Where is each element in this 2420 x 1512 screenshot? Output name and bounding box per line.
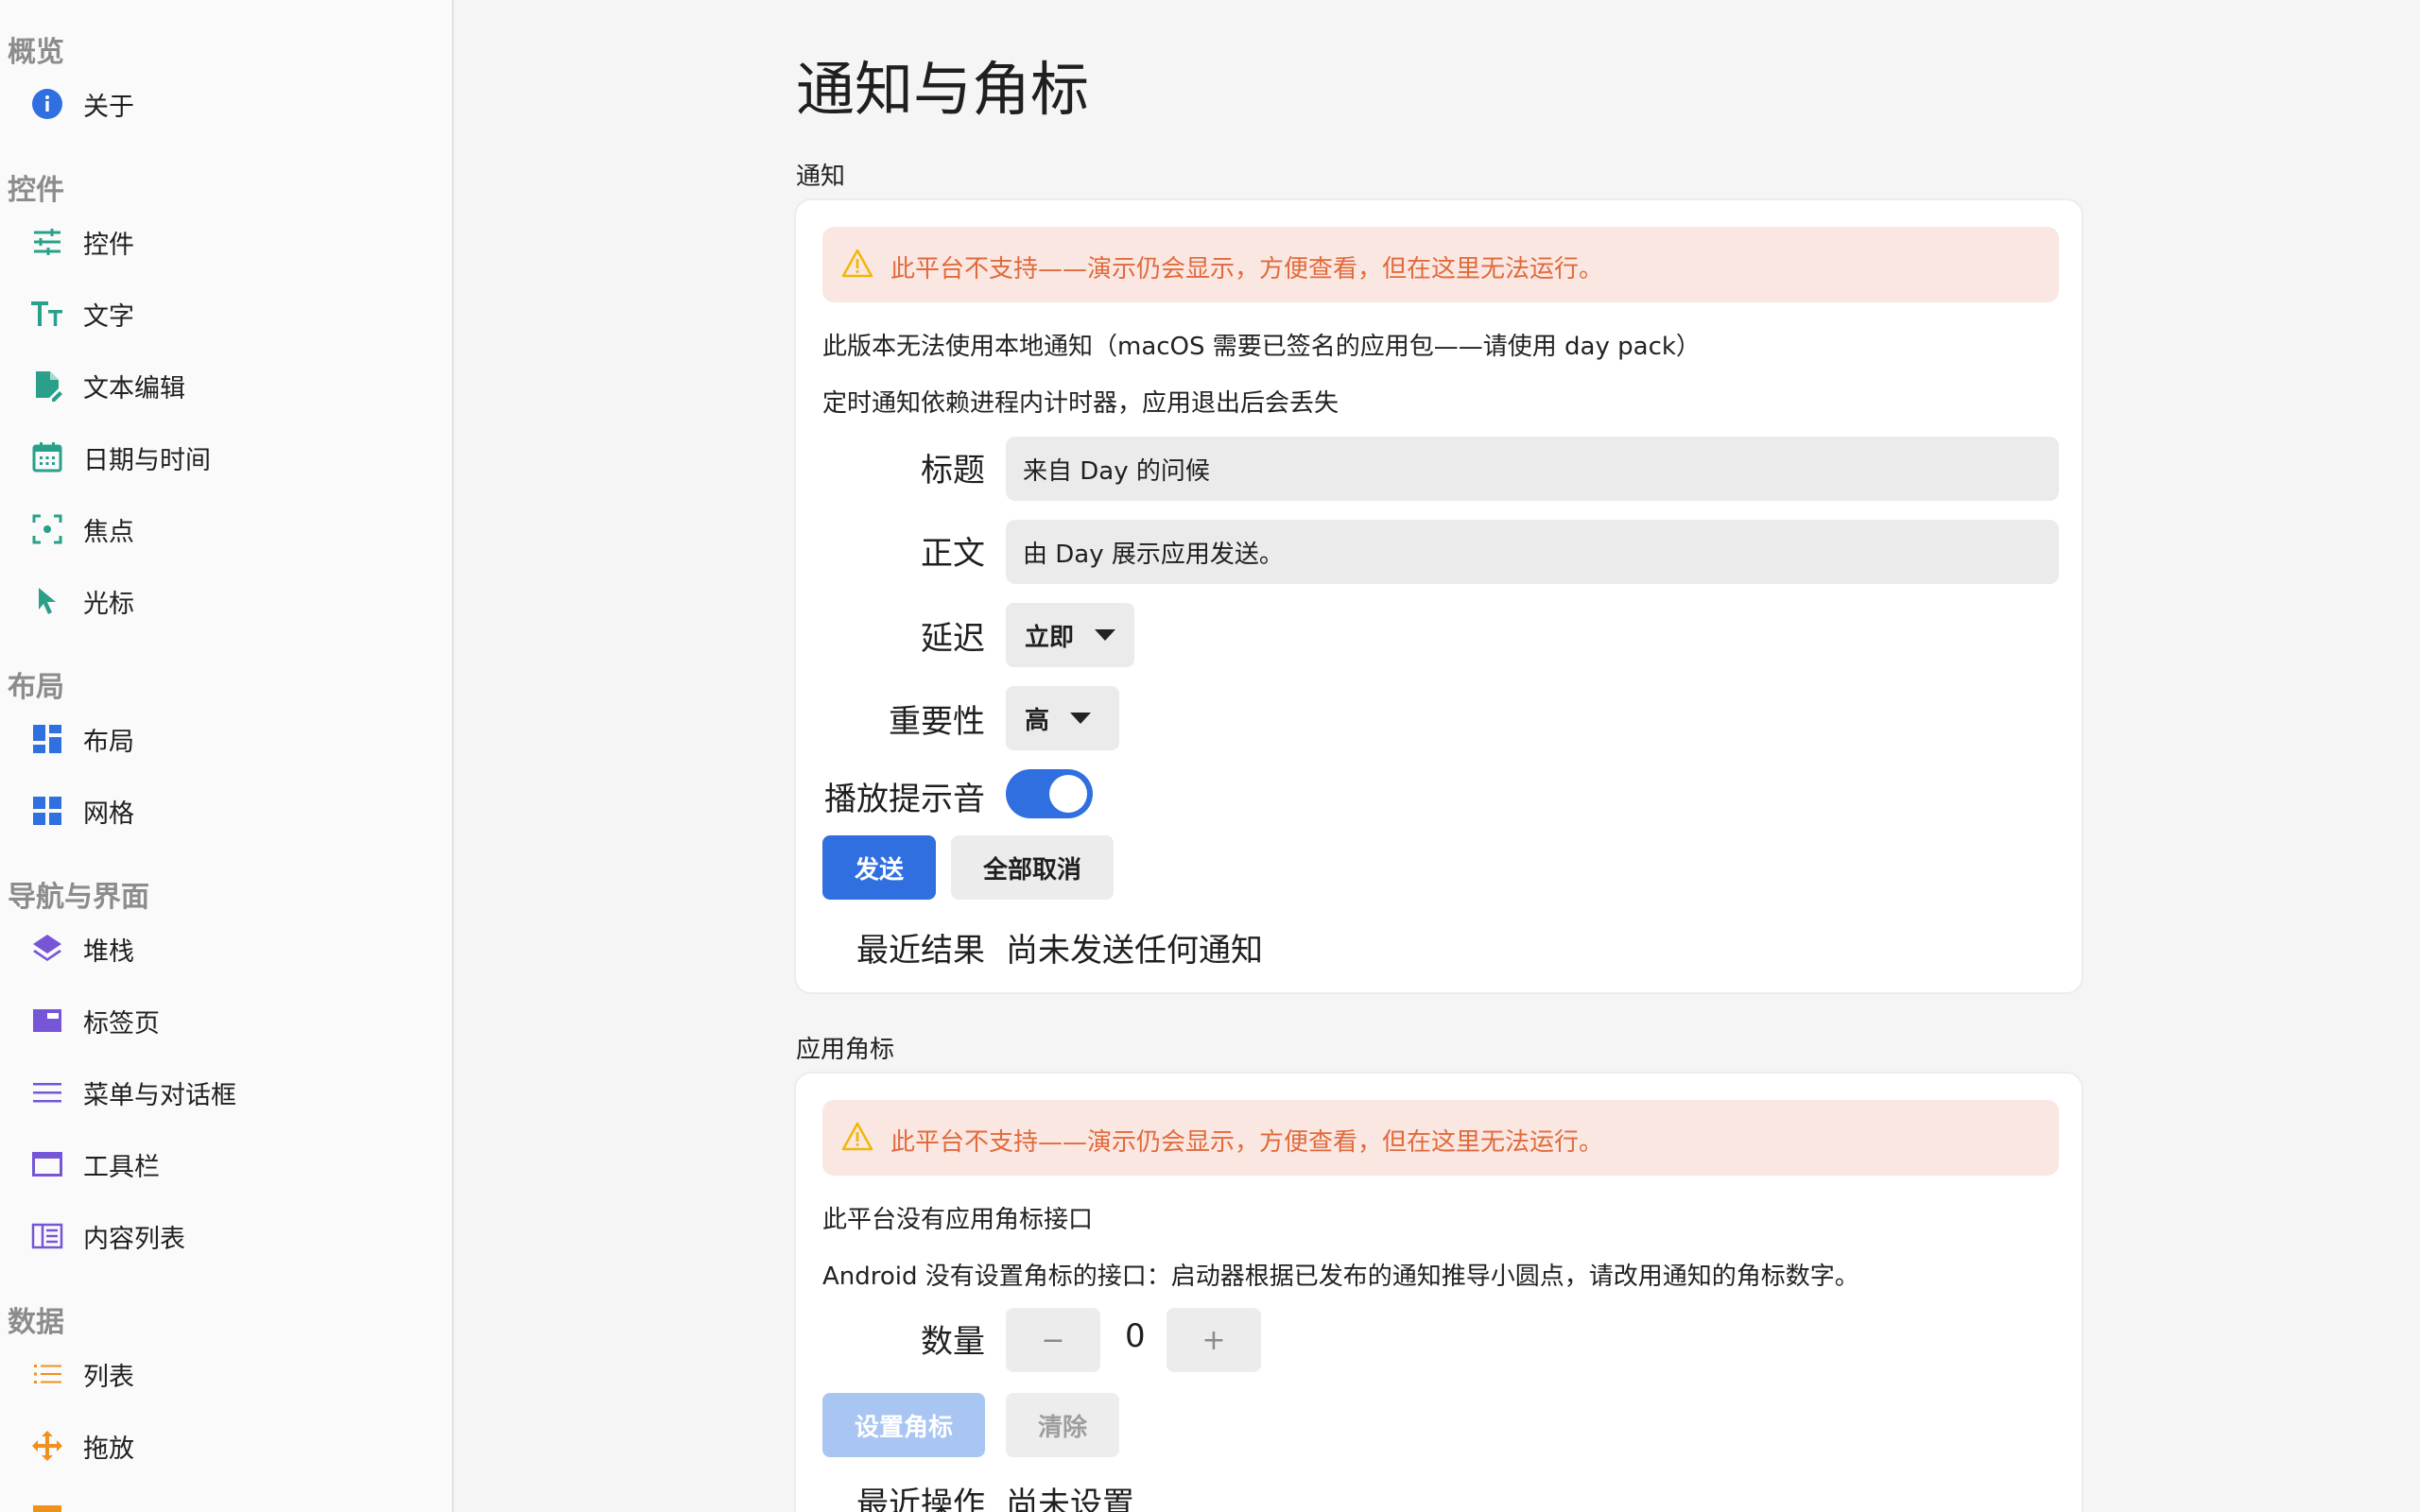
chevron-down-icon: [1095, 629, 1116, 641]
sidebar-item-label: 菜单与对话框: [83, 1080, 236, 1110]
result-label: 最近结果: [856, 932, 985, 970]
importance-select-value: 高: [1025, 706, 1050, 735]
layers-icon: [30, 932, 64, 966]
warning-icon: [841, 248, 873, 280]
sidebar-item-grid[interactable]: 网格: [0, 781, 444, 841]
sidebar-item-drag-drop[interactable]: 拖放: [0, 1416, 444, 1476]
sidebar-item-label: 内容列表: [83, 1224, 185, 1254]
sidebar-item-about[interactable]: 关于: [0, 74, 444, 134]
badge-group-label: 应用角标: [796, 1036, 895, 1064]
dashboard-icon: [30, 722, 64, 756]
description-text: Android 没有设置角标的接口：启动器根据已发布的通知推导小圆点，请改用通知…: [822, 1263, 1859, 1291]
sidebar-item-label: 布局: [83, 727, 134, 757]
section-title-controls: 控件: [8, 174, 64, 207]
unsupported-warning: 此平台不支持——演示仍会显示，方便查看，但在这里无法运行。: [822, 1100, 2059, 1176]
sidebar-item-label: 文字: [83, 301, 134, 332]
toggle-knob: [1049, 775, 1087, 813]
sidebar-item-content-list[interactable]: 内容列表: [0, 1206, 444, 1266]
title-input[interactable]: [1006, 437, 2059, 501]
columns-icon: [30, 1219, 64, 1253]
sliders-icon: [30, 225, 64, 259]
sidebar-item-table[interactable]: [0, 1487, 444, 1512]
chevron-down-icon: [1070, 713, 1092, 724]
menu-icon: [30, 1075, 64, 1109]
sidebar-item-label: 网格: [83, 799, 134, 829]
clear-badge-button[interactable]: 清除: [1006, 1393, 1119, 1457]
set-badge-button[interactable]: 设置角标: [822, 1393, 985, 1457]
description-text: 此版本无法使用本地通知（macOS 需要已签名的应用包——请使用 day pac…: [822, 333, 1701, 361]
sidebar-item-label: 拖放: [83, 1434, 134, 1464]
description-text: 定时通知依赖进程内计时器，应用退出后会丢失: [822, 389, 1340, 418]
sound-toggle[interactable]: [1006, 769, 1093, 818]
main-content: 通知与角标 通知 此平台不支持——演示仍会显示，方便查看，但在这里无法运行。 此…: [456, 0, 2420, 1512]
title-label: 标题: [921, 452, 985, 490]
decrement-button[interactable]: −: [1006, 1308, 1100, 1372]
last-action-label: 最近操作: [856, 1486, 985, 1512]
sound-label: 播放提示音: [824, 781, 985, 818]
sidebar-item-label: 列表: [83, 1362, 134, 1392]
increment-button[interactable]: +: [1167, 1308, 1261, 1372]
sidebar-item-label: 光标: [83, 589, 134, 619]
sidebar-item-label: 控件: [83, 230, 134, 260]
sidebar-item-label: 工具栏: [83, 1152, 160, 1182]
list-icon: [30, 1357, 64, 1391]
sidebar-item-date-time[interactable]: 日期与时间: [0, 427, 444, 488]
text-size-icon: [30, 297, 64, 331]
delay-label: 延迟: [921, 620, 985, 658]
count-label: 数量: [921, 1323, 985, 1361]
focus-icon: [30, 512, 64, 546]
importance-select[interactable]: 高: [1006, 686, 1119, 750]
tab-icon: [30, 1004, 64, 1038]
section-title-overview: 概览: [8, 36, 64, 69]
notification-card: 此平台不支持——演示仍会显示，方便查看，但在这里无法运行。 此版本无法使用本地通…: [794, 198, 2083, 994]
delay-select-value: 立即: [1025, 623, 1075, 652]
sidebar-item-toolbar[interactable]: 工具栏: [0, 1134, 444, 1194]
badge-card: 此平台不支持——演示仍会显示，方便查看，但在这里无法运行。 此平台没有应用角标接…: [794, 1072, 2083, 1512]
info-icon: [30, 87, 64, 121]
sidebar-item-list[interactable]: 列表: [0, 1344, 444, 1404]
sidebar-item-layout[interactable]: 布局: [0, 709, 444, 769]
body-input[interactable]: [1006, 520, 2059, 584]
warning-text: 此平台不支持——演示仍会显示，方便查看，但在这里无法运行。: [890, 1128, 1604, 1157]
sidebar-item-cursor[interactable]: 光标: [0, 571, 444, 631]
sidebar-item-label: 焦点: [83, 517, 134, 547]
count-value: 0: [1125, 1317, 1146, 1355]
body-label: 正文: [921, 535, 985, 573]
cancel-all-button[interactable]: 全部取消: [951, 835, 1114, 900]
sidebar: 概览 关于 控件 控件 文字 文本编辑 日期与时间 焦点 光标 布局 布局 网格…: [0, 0, 454, 1512]
calendar-icon: [30, 440, 64, 474]
description-text: 此平台没有应用角标接口: [822, 1206, 1094, 1234]
cursor-icon: [30, 584, 64, 618]
unsupported-warning: 此平台不支持——演示仍会显示，方便查看，但在这里无法运行。: [822, 227, 2059, 302]
sidebar-item-label: 关于: [83, 92, 134, 122]
warning-icon: [841, 1121, 873, 1153]
move-icon: [30, 1429, 64, 1463]
sidebar-item-label: 标签页: [83, 1008, 160, 1039]
importance-label: 重要性: [889, 703, 985, 741]
sidebar-item-label: 日期与时间: [83, 445, 211, 475]
section-title-data: 数据: [8, 1306, 64, 1339]
window-icon: [30, 1147, 64, 1181]
sidebar-item-focus[interactable]: 焦点: [0, 499, 444, 559]
section-title-layout: 布局: [8, 671, 64, 704]
notification-group-label: 通知: [796, 163, 846, 191]
delay-select[interactable]: 立即: [1006, 603, 1134, 667]
section-title-navigation: 导航与界面: [8, 881, 149, 914]
sidebar-item-stack[interactable]: 堆栈: [0, 919, 444, 979]
table-icon: [30, 1501, 64, 1512]
warning-text: 此平台不支持——演示仍会显示，方便查看，但在这里无法运行。: [890, 255, 1604, 284]
grid-icon: [30, 794, 64, 828]
result-value: 尚未发送任何通知: [1006, 932, 1263, 970]
page-title: 通知与角标: [796, 55, 1090, 124]
sidebar-item-label: 文本编辑: [83, 373, 185, 404]
sidebar-item-text-edit[interactable]: 文本编辑: [0, 355, 444, 416]
edit-document-icon: [30, 369, 64, 403]
last-action-value: 尚未设置: [1006, 1486, 1134, 1512]
sidebar-item-menus-dialogs[interactable]: 菜单与对话框: [0, 1062, 444, 1123]
sidebar-item-label: 堆栈: [83, 936, 134, 967]
sidebar-item-text[interactable]: 文字: [0, 284, 444, 344]
sidebar-item-controls[interactable]: 控件: [0, 212, 444, 272]
sidebar-item-tabs[interactable]: 标签页: [0, 990, 444, 1051]
send-button[interactable]: 发送: [822, 835, 936, 900]
